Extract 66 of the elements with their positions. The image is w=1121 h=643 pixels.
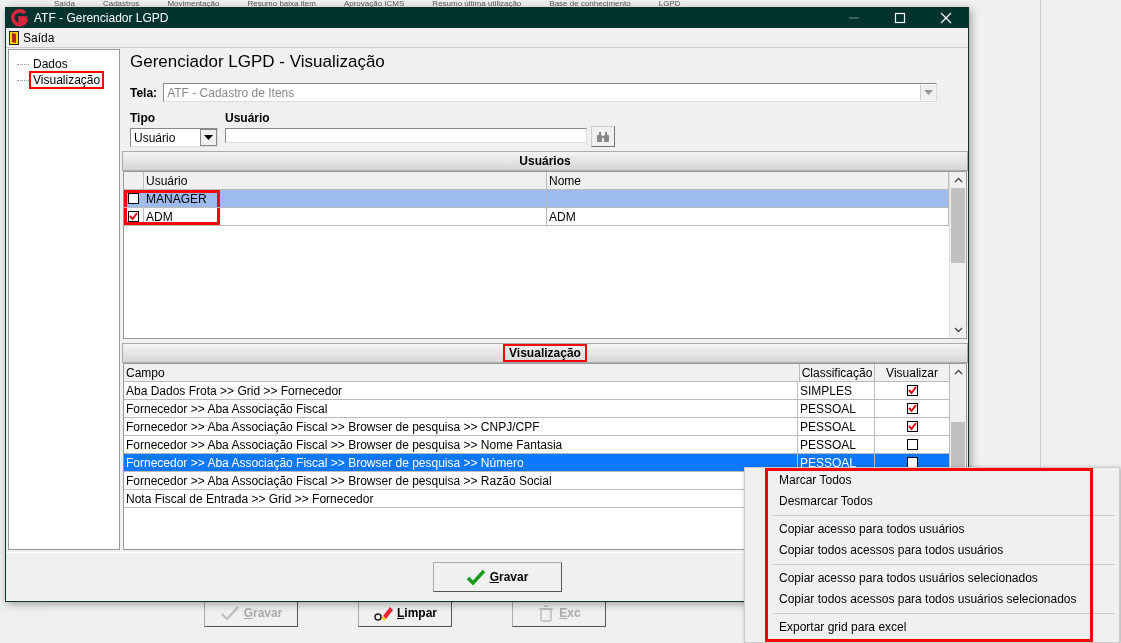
checkbox[interactable] xyxy=(906,403,918,414)
menu-item[interactable]: Resumo baixa item xyxy=(247,0,316,9)
section-title: Usuários xyxy=(518,153,572,170)
checkbox[interactable] xyxy=(906,421,918,432)
door-icon xyxy=(9,30,19,45)
table-row[interactable]: ADM ADM xyxy=(124,208,949,226)
table-row[interactable]: Fornecedor >> Aba Associação Fiscal PESSOAL xyxy=(124,400,950,418)
dropdown-arrow-icon xyxy=(204,135,213,140)
tree-item[interactable]: Visualização xyxy=(29,71,105,89)
menu-item[interactable]: Copiar acesso para todos usuários xyxy=(779,519,965,540)
scrollbar[interactable] xyxy=(949,172,966,338)
binoculars-icon xyxy=(596,130,610,143)
field-label: Tela: xyxy=(130,85,158,100)
menu-item[interactable]: LGPD xyxy=(658,0,681,9)
table-cell: Fornecedor >> Aba Associação Fiscal >> Browser de pesquisa >> Nome Fantasia xyxy=(124,436,798,453)
dropdown[interactable]: Usuário xyxy=(130,128,218,147)
menu-item[interactable]: Base de conhecimento xyxy=(549,0,631,9)
scroll-up-icon xyxy=(953,369,963,375)
checkbox[interactable] xyxy=(128,211,139,222)
search-button[interactable] xyxy=(591,126,615,147)
close-icon xyxy=(940,12,952,24)
table-row[interactable]: Aba Dados Frota >> Grid >> Fornecedor SIMPLES xyxy=(124,382,950,400)
window-title: ATF - Gerenciador LGPD xyxy=(34,11,169,25)
scroll-down-icon xyxy=(953,327,963,333)
checkbox[interactable] xyxy=(906,457,918,468)
menu-item[interactable]: Exportar grid para excel xyxy=(779,617,907,638)
table-cell: Fornecedor >> Aba Associação Fiscal xyxy=(124,400,798,417)
menu-item[interactable]: Resumo última utilização xyxy=(432,0,522,9)
menu-item[interactable]: Copiar todos acessos para todos usuários selecionados xyxy=(779,589,1077,610)
table-cell: Aba Dados Frota >> Grid >> Fornecedor xyxy=(124,382,798,399)
button[interactable]: Gravar xyxy=(432,562,562,592)
tree-item[interactable]: Dados xyxy=(29,55,72,73)
trash-icon xyxy=(537,604,556,622)
checkbox[interactable] xyxy=(906,385,918,396)
table-cell: Fornecedor >> Aba Associação Fiscal >> Browser de pesquisa >> CNPJ/CPF xyxy=(124,418,798,435)
section-title: Visualização xyxy=(503,344,587,362)
input-field[interactable] xyxy=(225,128,587,143)
maximize-icon xyxy=(894,12,906,24)
menu-item[interactable]: Movimentação xyxy=(167,0,220,9)
table-cell: PESSOAL xyxy=(798,418,875,435)
menu-item[interactable]: Copiar acesso para todos usuários selecionados xyxy=(779,568,1038,589)
checkbox[interactable] xyxy=(128,193,139,204)
scroll-up-icon xyxy=(953,177,963,183)
menu-item[interactable]: Saída xyxy=(54,0,75,9)
page-heading: Gerenciador LGPD - Visualização xyxy=(129,52,386,73)
table-row[interactable]: MANAGER xyxy=(124,190,949,208)
column-header[interactable]: Usuário xyxy=(144,172,547,189)
column-header[interactable]: Campo xyxy=(124,364,800,381)
table-row[interactable]: Fornecedor >> Aba Associação Fiscal >> Browser de pesquisa >> Número PESSOAL xyxy=(124,454,950,472)
column-header[interactable]: Classificação xyxy=(800,364,875,381)
table-cell: PESSOAL xyxy=(798,436,875,453)
checkbox[interactable] xyxy=(906,439,918,450)
field-label: Usuário xyxy=(225,111,271,125)
check-icon xyxy=(219,604,240,622)
table-cell: SIMPLES xyxy=(798,382,875,399)
table-cell: PESSOAL xyxy=(798,400,875,417)
menu-item[interactable]: Cadastros xyxy=(102,0,140,9)
logo-icon xyxy=(10,9,28,27)
dropdown-arrow-icon xyxy=(924,90,934,95)
menu-item[interactable]: Copiar todos acessos para todos usuários xyxy=(779,540,1004,561)
eraser-icon xyxy=(373,604,393,622)
menu-item[interactable]: Aprovação ICMS xyxy=(343,0,405,9)
field-label: Tipo xyxy=(130,111,157,125)
table-row[interactable]: Fornecedor >> Aba Associação Fiscal >> Browser de pesquisa >> CNPJ/CPF PESSOAL xyxy=(124,418,950,436)
check-icon xyxy=(465,568,486,586)
menu-item[interactable]: Saída xyxy=(9,30,55,45)
